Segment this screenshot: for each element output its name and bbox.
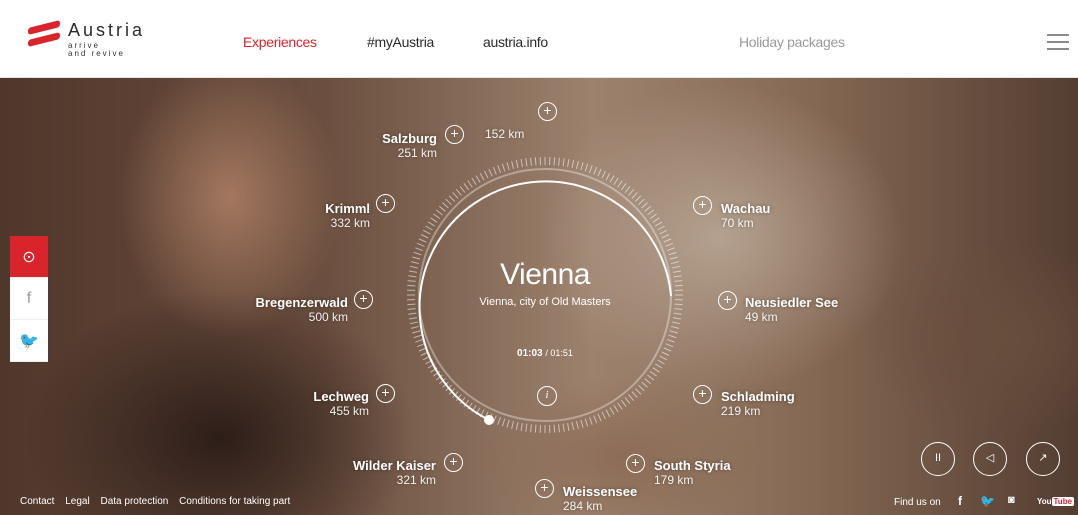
pause-button[interactable]: II xyxy=(921,442,955,476)
twitter-icon[interactable]: 🐦 xyxy=(10,320,48,362)
destination-south-styria[interactable]: South Styria 179 km xyxy=(654,458,731,487)
logo-tagline: arrive and revive xyxy=(68,41,125,58)
find-us-label: Find us on xyxy=(894,497,941,508)
plus-icon[interactable]: + xyxy=(535,479,554,498)
destination-bregenzerwald[interactable]: Bregenzerwald 500 km xyxy=(244,295,348,324)
destination-wilder-kaiser[interactable]: Wilder Kaiser 321 km xyxy=(340,458,436,487)
austria-flag-icon xyxy=(28,20,60,48)
destination-schladming[interactable]: Schladming 219 km xyxy=(721,389,795,418)
site-header: Austria arrive and revive Experiences #my… xyxy=(0,0,1078,78)
destination-salzburg[interactable]: Salzburg 251 km xyxy=(375,131,437,160)
facebook-icon[interactable]: f xyxy=(958,494,962,508)
austria-logo[interactable]: Austria arrive and revive xyxy=(28,18,158,64)
plus-icon[interactable]: + xyxy=(445,125,464,144)
destination-neusiedler-see[interactable]: Neusiedler See 49 km xyxy=(745,295,838,324)
logo-wordmark: Austria xyxy=(68,20,146,40)
instagram-icon[interactable]: ◙ xyxy=(1008,494,1015,506)
youtube-icon[interactable]: You Tube xyxy=(1037,497,1075,506)
footer-link-contact[interactable]: Contact xyxy=(20,496,54,507)
city-title: Vienna xyxy=(500,258,590,291)
nav-myaustria[interactable]: #myAustria xyxy=(367,34,434,50)
nav-experiences[interactable]: Experiences xyxy=(243,34,317,50)
hamburger-menu-icon[interactable] xyxy=(1047,34,1069,50)
plus-icon[interactable]: + xyxy=(354,290,373,309)
plus-icon[interactable]: + xyxy=(693,385,712,404)
footer-link-data-protection[interactable]: Data protection xyxy=(101,496,169,507)
destination-152km[interactable]: 152 km xyxy=(485,127,524,141)
nav-holiday-packages[interactable]: Holiday packages xyxy=(739,34,845,50)
footer-link-conditions[interactable]: Conditions for taking part xyxy=(179,496,290,507)
plus-icon[interactable]: + xyxy=(718,291,737,310)
destination-lechweg[interactable]: Lechweg 455 km xyxy=(305,389,369,418)
twitter-icon[interactable]: 🐦 xyxy=(980,494,995,508)
sound-button[interactable]: ◁ xyxy=(973,442,1007,476)
share-button[interactable]: ↗ xyxy=(1026,442,1060,476)
city-subtitle: Vienna, city of Old Masters xyxy=(479,296,611,308)
plus-icon[interactable]: + xyxy=(693,196,712,215)
plus-icon[interactable]: + xyxy=(376,384,395,403)
destination-weissensee[interactable]: Weissensee 284 km xyxy=(563,484,637,513)
video-time: 01:03 / 01:51 xyxy=(517,348,573,359)
footer-links: Contact Legal Data protection Conditions… xyxy=(20,496,298,507)
location-pin-icon[interactable]: ⊙ xyxy=(10,236,48,278)
plus-icon[interactable]: + xyxy=(538,102,557,121)
plus-icon[interactable]: + xyxy=(444,453,463,472)
nav-austria-info[interactable]: austria.info xyxy=(483,34,548,50)
info-icon[interactable]: i xyxy=(537,386,557,406)
destination-krimml[interactable]: Krimml 332 km xyxy=(310,201,370,230)
footer-link-legal[interactable]: Legal xyxy=(65,496,89,507)
plus-icon[interactable]: + xyxy=(376,194,395,213)
facebook-icon[interactable]: f xyxy=(10,278,48,320)
plus-icon[interactable]: + xyxy=(626,454,645,473)
social-sidebar: ⊙ f 🐦 xyxy=(10,236,48,362)
destination-wachau[interactable]: Wachau 70 km xyxy=(721,201,770,230)
